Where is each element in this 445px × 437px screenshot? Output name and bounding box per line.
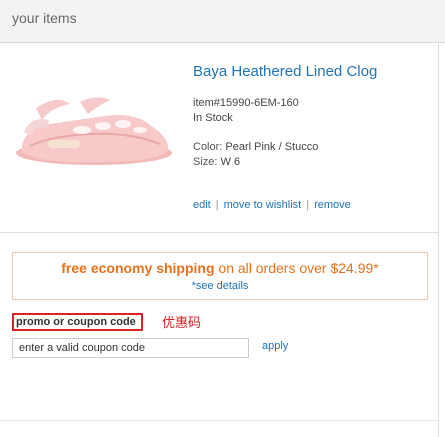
size-value: W 6 xyxy=(220,156,241,168)
size-row: Size: W 6 xyxy=(193,155,318,170)
product-name-link[interactable]: Baya Heathered Lined Clog xyxy=(193,63,377,80)
color-value: Pearl Pink / Stucco xyxy=(225,141,319,153)
section-divider xyxy=(0,232,438,233)
product-details: item#15990-6EM-160 In Stock Color: Pearl… xyxy=(193,96,318,170)
color-label: Color: xyxy=(193,141,223,153)
shipping-promo-banner: free economy shipping on all orders over… xyxy=(12,252,428,300)
promo-highlight: free economy shipping xyxy=(61,260,215,276)
remove-link[interactable]: remove xyxy=(314,199,351,211)
bottom-divider xyxy=(0,420,438,421)
see-details-link[interactable]: *see details xyxy=(13,280,427,292)
stock-status: In Stock xyxy=(193,112,233,124)
promo-rest: on all orders over $24.99* xyxy=(214,260,379,276)
section-title: your items xyxy=(12,10,77,26)
separator: | xyxy=(306,199,310,211)
pink-clog-product-image[interactable] xyxy=(10,90,175,170)
separator: | xyxy=(215,199,219,211)
shipping-promo-text: free economy shipping on all orders over… xyxy=(13,260,427,276)
size-label: Size: xyxy=(193,156,218,168)
color-row: Color: Pearl Pink / Stucco xyxy=(193,140,318,155)
move-to-wishlist-link[interactable]: move to wishlist xyxy=(224,199,302,211)
item-actions: edit | move to wishlist | remove xyxy=(193,199,351,211)
section-header: your items xyxy=(0,0,445,43)
coupon-code-label: promo or coupon code xyxy=(12,313,143,331)
apply-coupon-button[interactable]: apply xyxy=(262,340,288,352)
coupon-code-input[interactable] xyxy=(12,338,249,358)
edit-link[interactable]: edit xyxy=(193,199,211,211)
annotation-text: 优惠码 xyxy=(162,315,202,330)
item-number: item#15990-6EM-160 xyxy=(193,97,299,109)
vertical-divider xyxy=(438,42,439,437)
